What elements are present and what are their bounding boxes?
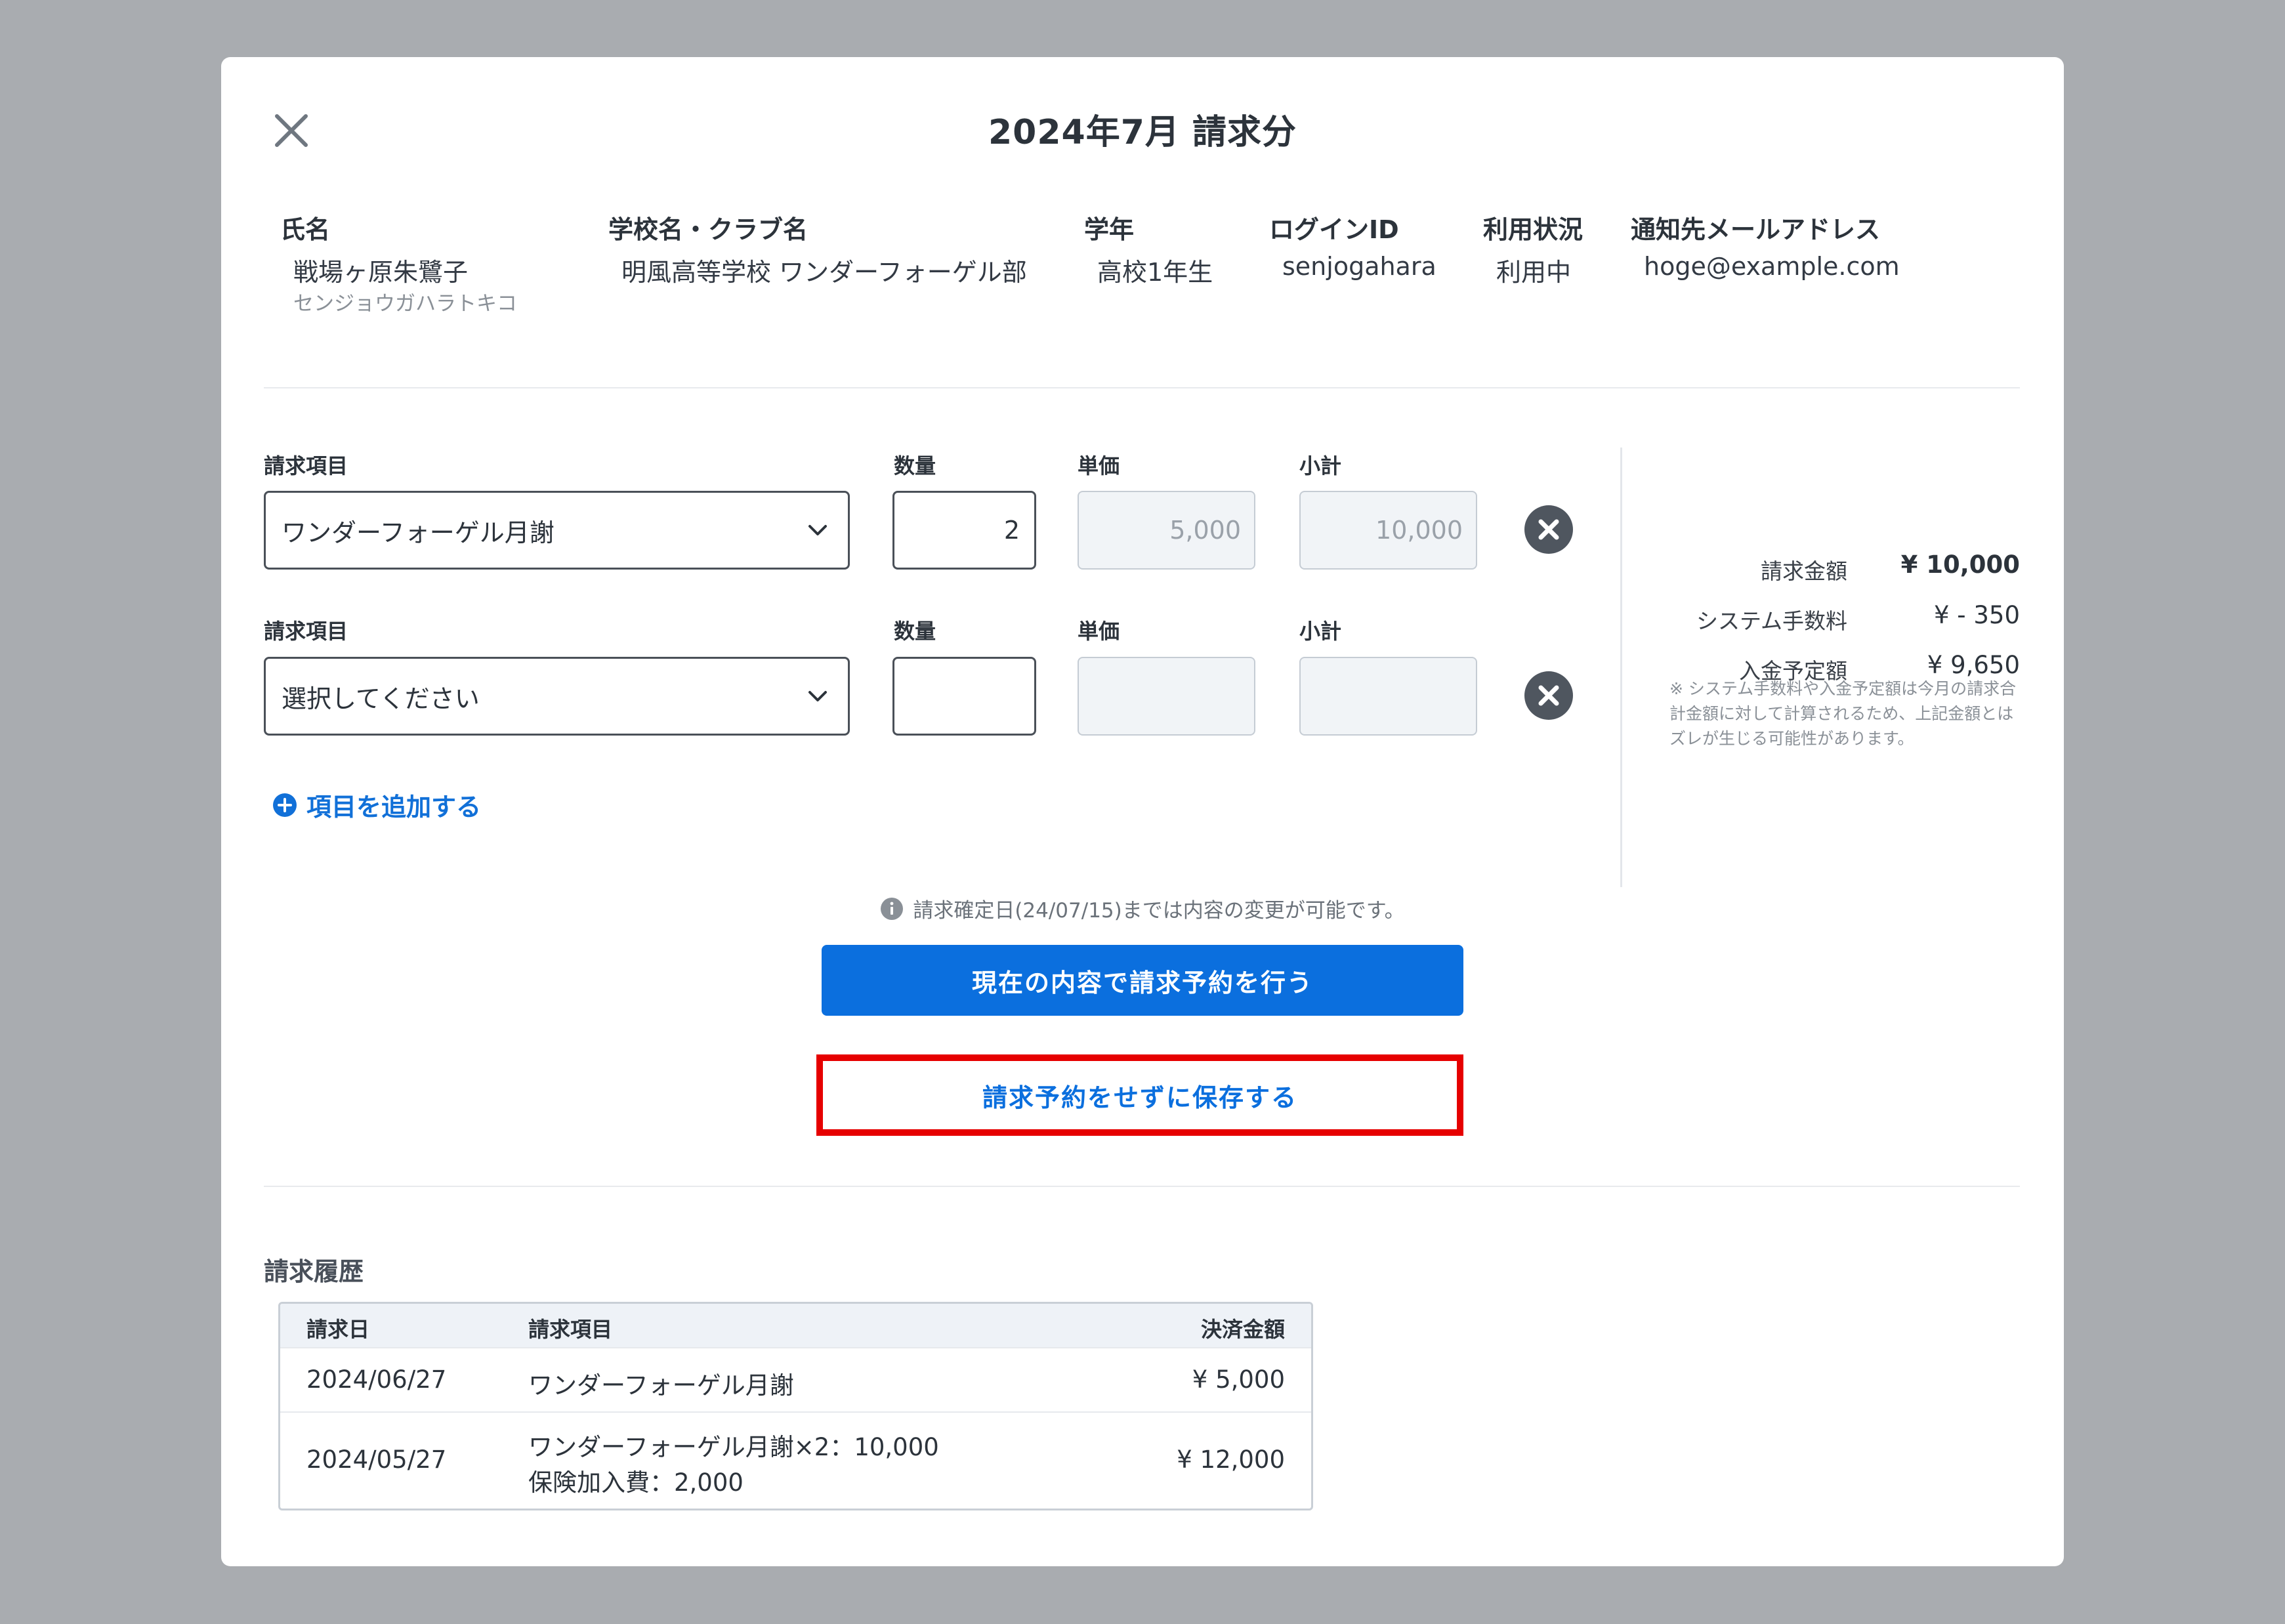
item-label: 請求項目 xyxy=(264,619,348,644)
row-date: 2024/05/27 xyxy=(306,1446,447,1474)
student-name: 戦場ヶ原朱鷺子 xyxy=(293,258,469,287)
system-fee-value: ¥ - 350 xyxy=(1933,601,2020,629)
item-label: 請求項目 xyxy=(264,453,348,478)
row-amount: ¥ 5,000 xyxy=(1192,1365,1285,1394)
subtotal-field xyxy=(1299,657,1477,736)
qty-label: 数量 xyxy=(894,453,936,478)
deposit-value: ¥ 9,650 xyxy=(1927,651,2020,679)
status-label: 利用状況 xyxy=(1483,215,1583,244)
fee-note: ※ システム手数料や入金予定額は今月の請求合計金額に対して計算されるため、上記金… xyxy=(1669,679,2017,748)
row-item-line1: ワンダーフォーゲル月謝×2：10,000 xyxy=(528,1433,939,1461)
notice-text: 請求確定日(24/07/15)までは内容の変更が可能です。 xyxy=(913,899,1405,923)
chevron-down-icon xyxy=(808,525,827,535)
history-divider xyxy=(264,1186,2020,1187)
grade-value: 高校1年生 xyxy=(1097,258,1213,287)
info-icon xyxy=(881,897,904,920)
summary-divider xyxy=(1620,448,1622,887)
billing-amount-label: 請求金額 xyxy=(1761,558,1847,584)
subtotal-label: 小計 xyxy=(1299,453,1342,478)
chevron-down-icon xyxy=(808,691,827,701)
billing-modal: 2024年7月 請求分 氏名 戦場ヶ原朱鷺子 センジョウガハラトキコ 学校名・ク… xyxy=(221,57,2064,1566)
email-value: hoge@example.com xyxy=(1644,252,1900,281)
system-fee-label: システム手数料 xyxy=(1696,608,1847,634)
quantity-input[interactable] xyxy=(892,657,1036,736)
item-select-value: ワンダーフォーゲル月謝 xyxy=(282,518,555,547)
add-item-link[interactable]: 項目を追加する xyxy=(272,787,481,823)
info-divider xyxy=(264,387,2020,388)
close-circle-icon xyxy=(1524,505,1573,554)
unit-price-field: 5,000 xyxy=(1078,491,1255,570)
unit-price-field xyxy=(1078,657,1255,736)
header-amount: 決済金額 xyxy=(1200,1317,1285,1342)
item-select[interactable]: 選択してください xyxy=(264,657,850,736)
name-label: 氏名 xyxy=(280,215,331,244)
row-date: 2024/06/27 xyxy=(306,1365,447,1394)
login-value: senjogahara xyxy=(1282,252,1436,281)
item-select-placeholder: 選択してください xyxy=(282,684,480,713)
table-row: 2024/06/27 ワンダーフォーゲル月謝 ¥ 5,000 xyxy=(280,1347,1311,1411)
subtotal-field: 10,000 xyxy=(1299,491,1477,570)
row-item: ワンダーフォーゲル月謝 xyxy=(528,1371,794,1400)
table-row: 2024/05/27 ワンダーフォーゲル月謝×2：10,000 保険加入費：2,… xyxy=(280,1411,1311,1509)
grade-label: 学年 xyxy=(1084,215,1135,244)
history-table: 請求日 請求項目 決済金額 2024/06/27 ワンダーフォーゲル月謝 ¥ 5… xyxy=(278,1302,1313,1510)
close-circle-icon xyxy=(1524,671,1573,720)
billing-amount-value: ¥ 10,000 xyxy=(1900,551,2020,579)
login-label: ログインID xyxy=(1269,215,1399,244)
row-item-line2: 保険加入費：2,000 xyxy=(528,1468,744,1497)
school-label: 学校名・クラブ名 xyxy=(608,215,808,244)
row-amount: ¥ 12,000 xyxy=(1177,1446,1285,1474)
price-label: 単価 xyxy=(1078,619,1120,644)
save-without-reserve-button[interactable]: 請求予約をせずに保存する xyxy=(823,1061,1457,1129)
plus-circle-icon xyxy=(273,793,297,817)
school-value: 明風高等学校 ワンダーフォーゲル部 xyxy=(621,258,1027,287)
student-name-kana: センジョウガハラトキコ xyxy=(293,292,517,316)
remove-item-button[interactable] xyxy=(1524,671,1574,720)
quantity-input[interactable]: 2 xyxy=(892,491,1036,570)
history-title: 請求履歴 xyxy=(264,1257,364,1286)
status-value: 利用中 xyxy=(1496,258,1572,287)
remove-item-button[interactable] xyxy=(1524,505,1574,554)
change-deadline-notice: 請求確定日(24/07/15)までは内容の変更が可能です。 xyxy=(221,894,2064,923)
history-table-header: 請求日 請求項目 決済金額 xyxy=(280,1304,1311,1347)
qty-label: 数量 xyxy=(894,619,936,644)
add-item-label: 項目を追加する xyxy=(306,793,482,822)
header-date: 請求日 xyxy=(306,1317,370,1342)
email-label: 通知先メールアドレス xyxy=(1631,215,1881,244)
header-item: 請求項目 xyxy=(528,1317,613,1342)
item-select[interactable]: ワンダーフォーゲル月謝 xyxy=(264,491,850,570)
price-label: 単価 xyxy=(1078,453,1120,478)
modal-title: 2024年7月 請求分 xyxy=(988,113,1297,152)
subtotal-label: 小計 xyxy=(1299,619,1342,644)
reserve-billing-button[interactable]: 現在の内容で請求予約を行う xyxy=(822,945,1463,1016)
